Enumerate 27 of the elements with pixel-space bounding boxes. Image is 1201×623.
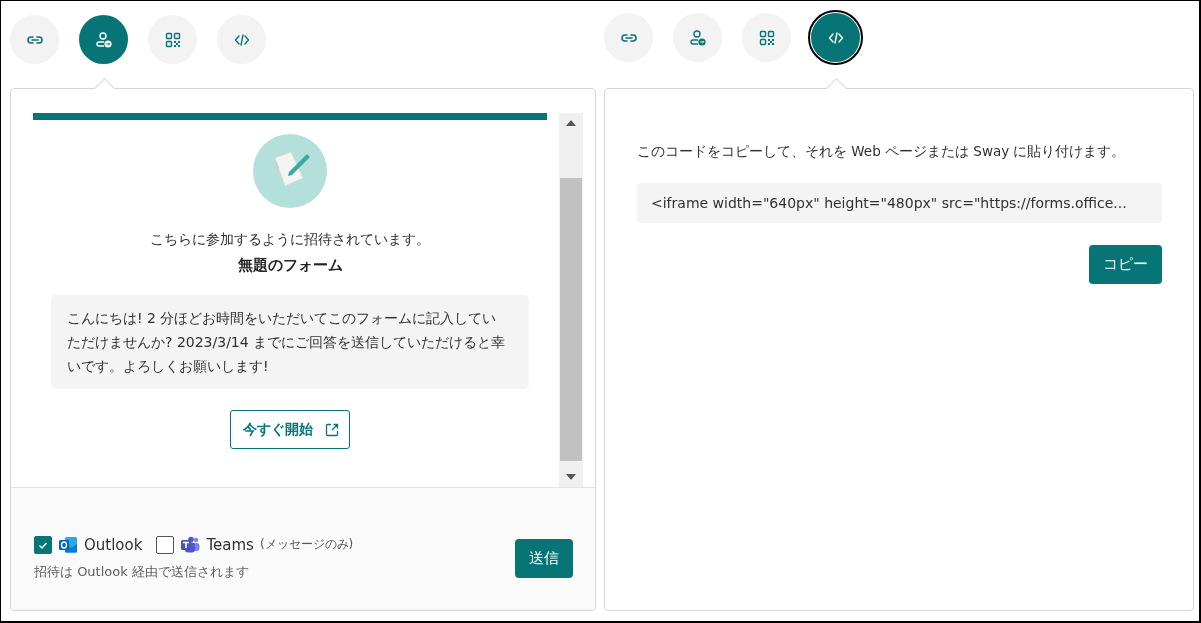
share-tab[interactable] (811, 13, 860, 62)
form-title: 無題のフォーム (237, 256, 343, 275)
checkbox[interactable] (156, 535, 175, 554)
scrollbar-thumb[interactable] (560, 178, 582, 461)
teams-icon (180, 535, 201, 554)
channel-label: Teams (206, 535, 254, 554)
invite-text: こちらに参加するように招待されています。 (150, 231, 430, 249)
qr-code-icon (757, 28, 776, 47)
scroll-down-icon (565, 473, 577, 481)
form-illustration-icon (253, 134, 327, 208)
embed-code-field[interactable]: <iframe width="640px" height="480px" src="https://forms.office... (637, 183, 1162, 223)
channel-label: Outlook (84, 535, 143, 554)
qr-code-icon (163, 30, 182, 49)
footer-note: 招待は Outlook 経由で送信されます (34, 562, 250, 581)
person-arrow-icon (688, 28, 707, 47)
copy-button[interactable]: コピー (1089, 245, 1162, 284)
start-button[interactable]: 今すぐ開始 (230, 410, 350, 449)
outlook-icon (58, 535, 78, 554)
invite-message: こんにちは! 2 分ほどお時間をいただいてこのフォームに記入していただけませんか? 2023/3/14 までにご回答を送信していただけると幸いです。よろしくお願いします! (51, 295, 529, 389)
checkbox[interactable] (34, 535, 52, 554)
send-button[interactable]: 送信 (515, 538, 573, 578)
scrollbar[interactable] (559, 113, 583, 487)
embed-description: このコードをコピーして、それを Web ページまたは Sway に貼り付けます。 (637, 143, 1127, 161)
channel-note: (メッセージのみ) (259, 536, 354, 553)
external-link-icon (325, 422, 339, 437)
scroll-up-icon (565, 119, 577, 127)
person-arrow-icon (94, 30, 113, 49)
